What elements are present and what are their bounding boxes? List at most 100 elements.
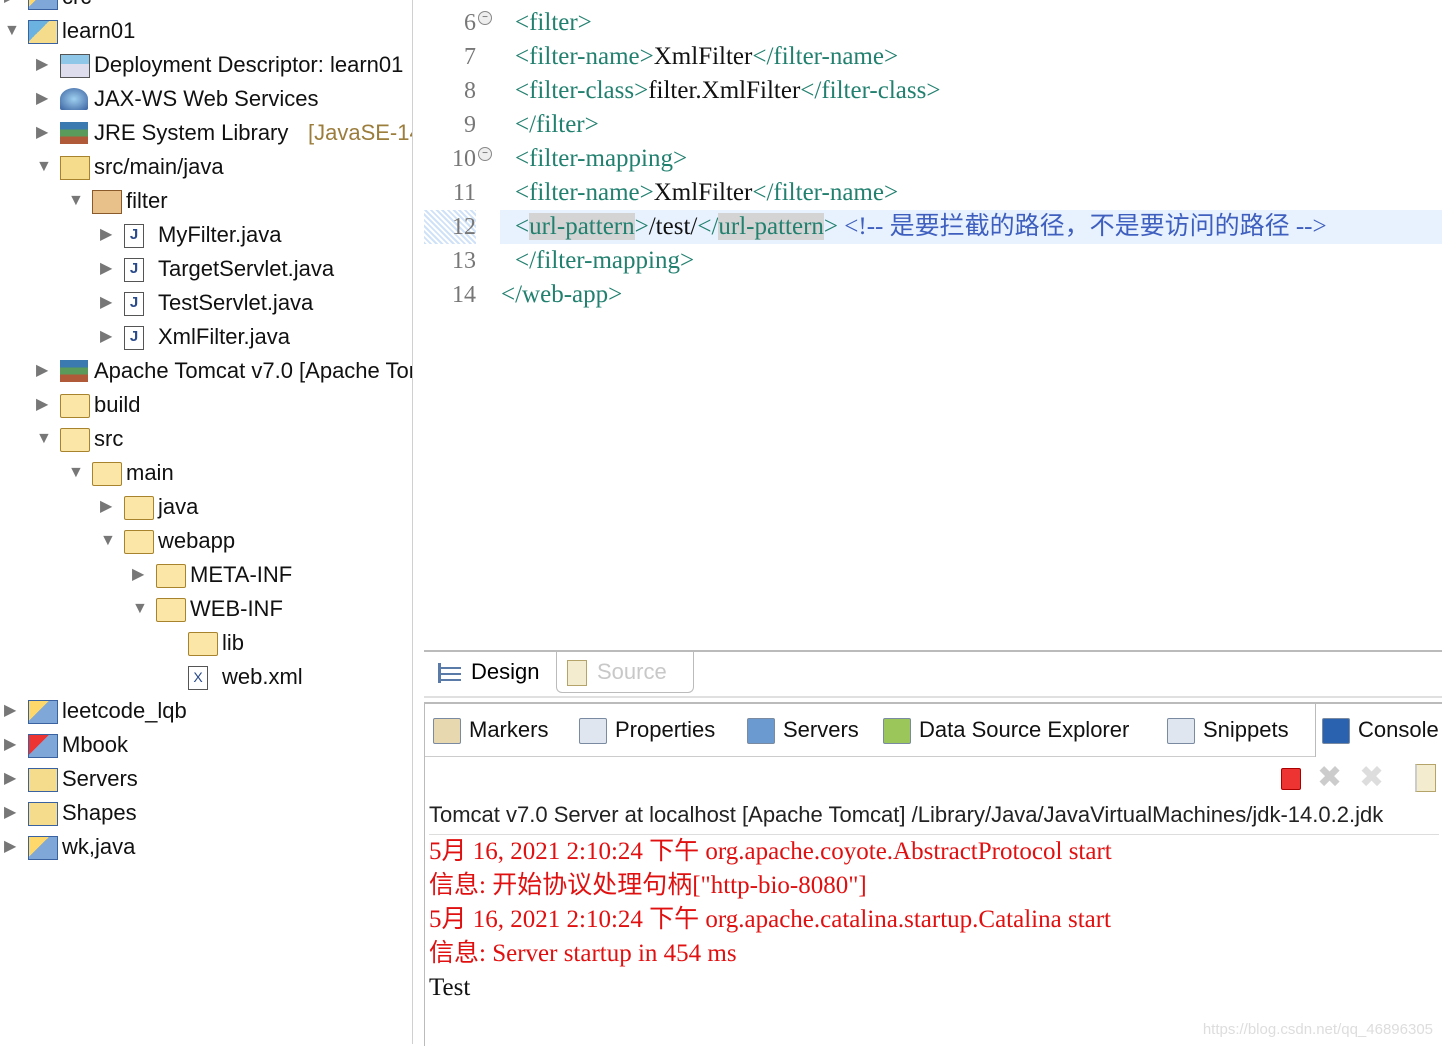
expand-arrow-down-icon[interactable]: ▼ — [36, 150, 52, 184]
expand-arrow-down-icon[interactable]: ▼ — [36, 422, 52, 456]
tree-item[interactable]: ▶ J XmlFilter.java — [0, 320, 412, 354]
expand-arrow-right-icon[interactable]: ▶ — [4, 694, 20, 728]
folder-project-icon — [28, 768, 58, 792]
tree-item[interactable]: ▶ Apache Tomcat v7.0 [Apache Tomcat v7.0] — [0, 354, 412, 388]
remove-launch-icon[interactable]: ✖ — [1317, 760, 1342, 795]
expand-arrow-down-icon[interactable]: ▼ — [68, 456, 84, 490]
tree-item[interactable]: ▶ JRE System Library [JavaSE-14] — [0, 116, 412, 150]
code-line[interactable]: <filter-name>XmlFilter</filter-name> — [515, 40, 898, 74]
code-token: < — [515, 213, 530, 240]
expand-arrow-right-icon[interactable]: ▶ — [100, 320, 116, 354]
tree-item[interactable]: Xweb.xml — [0, 660, 412, 694]
code-line[interactable]: </filter-mapping> — [515, 244, 694, 278]
tree-item[interactable]: ▶ java — [0, 490, 412, 524]
tree-item[interactable]: ▶ wk,java — [0, 830, 412, 864]
folder-icon — [124, 530, 154, 554]
expand-arrow-right-icon[interactable]: ▶ — [100, 252, 116, 286]
expand-arrow-right-icon[interactable]: ▶ — [36, 48, 52, 82]
expand-arrow-right-icon[interactable]: ▶ — [36, 82, 52, 116]
tree-item[interactable]: lib — [0, 626, 412, 660]
line-number: 8 — [464, 78, 476, 104]
code-line[interactable]: <url-pattern>/test/</url-pattern> <!-- 是… — [515, 210, 1327, 244]
tab-snippets[interactable]: Snippets — [1167, 704, 1289, 756]
tree-item[interactable]: ▼ main — [0, 456, 412, 490]
tree-item[interactable]: ▼ learn01 — [0, 14, 412, 48]
expand-arrow-right-icon[interactable]: ▶ — [36, 388, 52, 422]
code-token: </filter-name> — [752, 43, 899, 70]
expand-arrow-down-icon[interactable]: ▼ — [68, 184, 84, 218]
tree-item[interactable]: ▼ src — [0, 422, 412, 456]
expand-arrow-right-icon[interactable]: ▶ — [4, 796, 20, 830]
code-line[interactable]: <filter-mapping> — [515, 142, 687, 176]
tree-item-label: src — [94, 426, 124, 451]
tree-item[interactable]: ▼ filter — [0, 184, 412, 218]
project-warning-icon — [28, 700, 58, 724]
expand-arrow-right-icon[interactable]: ▶ — [4, 728, 20, 762]
expand-arrow-right-icon[interactable]: ▶ — [100, 490, 116, 524]
project-explorer: ▶ crc ▼ learn01 ▶ Deployment Descriptor: lear… — [0, 0, 413, 1044]
tab-console[interactable]: Console — [1315, 704, 1442, 757]
expand-arrow-right-icon[interactable]: ▶ — [4, 830, 20, 864]
web-project-icon — [28, 20, 58, 44]
fold-toggle-icon[interactable]: − — [478, 147, 492, 161]
code-line[interactable]: <filter> — [515, 6, 592, 40]
tree-item[interactable]: ▼ src/main/java — [0, 150, 412, 184]
tree-item[interactable]: ▶ crc — [0, 0, 412, 14]
tree-item[interactable]: ▶ leetcode_lqb — [0, 694, 412, 728]
tab-source[interactable]: Source — [556, 652, 694, 693]
expand-arrow-down-icon[interactable]: ▼ — [100, 524, 116, 558]
web-services-icon — [60, 88, 88, 110]
deployment-descriptor-icon — [60, 54, 90, 78]
tree-item[interactable]: ▼ webapp — [0, 524, 412, 558]
expand-arrow-right-icon[interactable]: ▶ — [36, 354, 52, 388]
code-token: <filter> — [515, 9, 592, 36]
fold-toggle-icon[interactable]: − — [478, 11, 492, 25]
line-number: 7 — [464, 44, 476, 70]
tree-item[interactable]: ▶ J TestServlet.java — [0, 286, 412, 320]
tree-item-label: leetcode_lqb — [62, 698, 187, 723]
code-token: </filter-class> — [800, 77, 941, 104]
expand-arrow-right-icon[interactable]: ▶ — [132, 558, 148, 592]
expand-arrow-right-icon[interactable]: ▶ — [100, 218, 116, 252]
tree-item[interactable]: ▶ J MyFilter.java — [0, 218, 412, 252]
tree-item[interactable]: ▼ WEB-INF — [0, 592, 412, 626]
xml-file-icon: X — [188, 666, 208, 690]
tab-properties[interactable]: Properties — [579, 704, 715, 756]
tree-item-label: java — [158, 494, 199, 519]
tree-item[interactable]: ▶ J TargetServlet.java — [0, 252, 412, 286]
expand-arrow-right-icon[interactable]: ▶ — [4, 0, 20, 14]
expand-arrow-down-icon[interactable]: ▼ — [132, 592, 148, 626]
xml-source-editor[interactable]: 6− <filter> 7 <filter-name>XmlFilter</filte… — [424, 0, 1442, 650]
java-file-icon: J — [124, 258, 144, 282]
tree-item[interactable]: ▶ build — [0, 388, 412, 422]
tab-design[interactable]: Design — [438, 652, 539, 692]
tree-item[interactable]: ▶ Servers — [0, 762, 412, 796]
line-number: 9 — [464, 112, 476, 138]
folder-icon — [156, 598, 186, 622]
remove-all-terminated-icon[interactable]: ✖ — [1359, 760, 1384, 795]
tree-item-label: web.xml — [222, 664, 303, 689]
java-file-icon: J — [124, 326, 144, 350]
library-icon — [60, 360, 88, 382]
tree-item[interactable]: ▶ Mbook — [0, 728, 412, 762]
code-line[interactable]: <filter-name>XmlFilter</filter-name> — [515, 176, 898, 210]
expand-arrow-down-icon[interactable]: ▼ — [4, 14, 20, 48]
expand-arrow-right-icon[interactable]: ▶ — [100, 286, 116, 320]
tree-item[interactable]: ▶ META-INF — [0, 558, 412, 592]
tab-markers[interactable]: Markers — [433, 704, 548, 756]
code-line[interactable]: </filter> — [515, 108, 599, 142]
tab-servers[interactable]: Servers — [747, 704, 859, 756]
tree-item-label: Servers — [62, 766, 138, 791]
tree-item[interactable]: ▶ Deployment Descriptor: learn01 — [0, 48, 412, 82]
tree-item[interactable]: ▶ JAX-WS Web Services — [0, 82, 412, 116]
terminate-icon[interactable] — [1281, 768, 1301, 790]
code-line[interactable]: </web-app> — [501, 278, 622, 312]
folder-icon — [156, 564, 186, 588]
tab-data-source-explorer[interactable]: Data Source Explorer — [883, 704, 1129, 756]
clear-console-icon[interactable] — [1415, 764, 1436, 792]
expand-arrow-right-icon[interactable]: ▶ — [36, 116, 52, 150]
console-output[interactable]: 5月 16, 2021 2:10:24 下午 org.apache.coyote… — [429, 834, 1439, 1005]
expand-arrow-right-icon[interactable]: ▶ — [4, 762, 20, 796]
code-line[interactable]: <filter-class>filter.XmlFilter</filter-c… — [515, 74, 940, 108]
tree-item[interactable]: ▶ Shapes — [0, 796, 412, 830]
